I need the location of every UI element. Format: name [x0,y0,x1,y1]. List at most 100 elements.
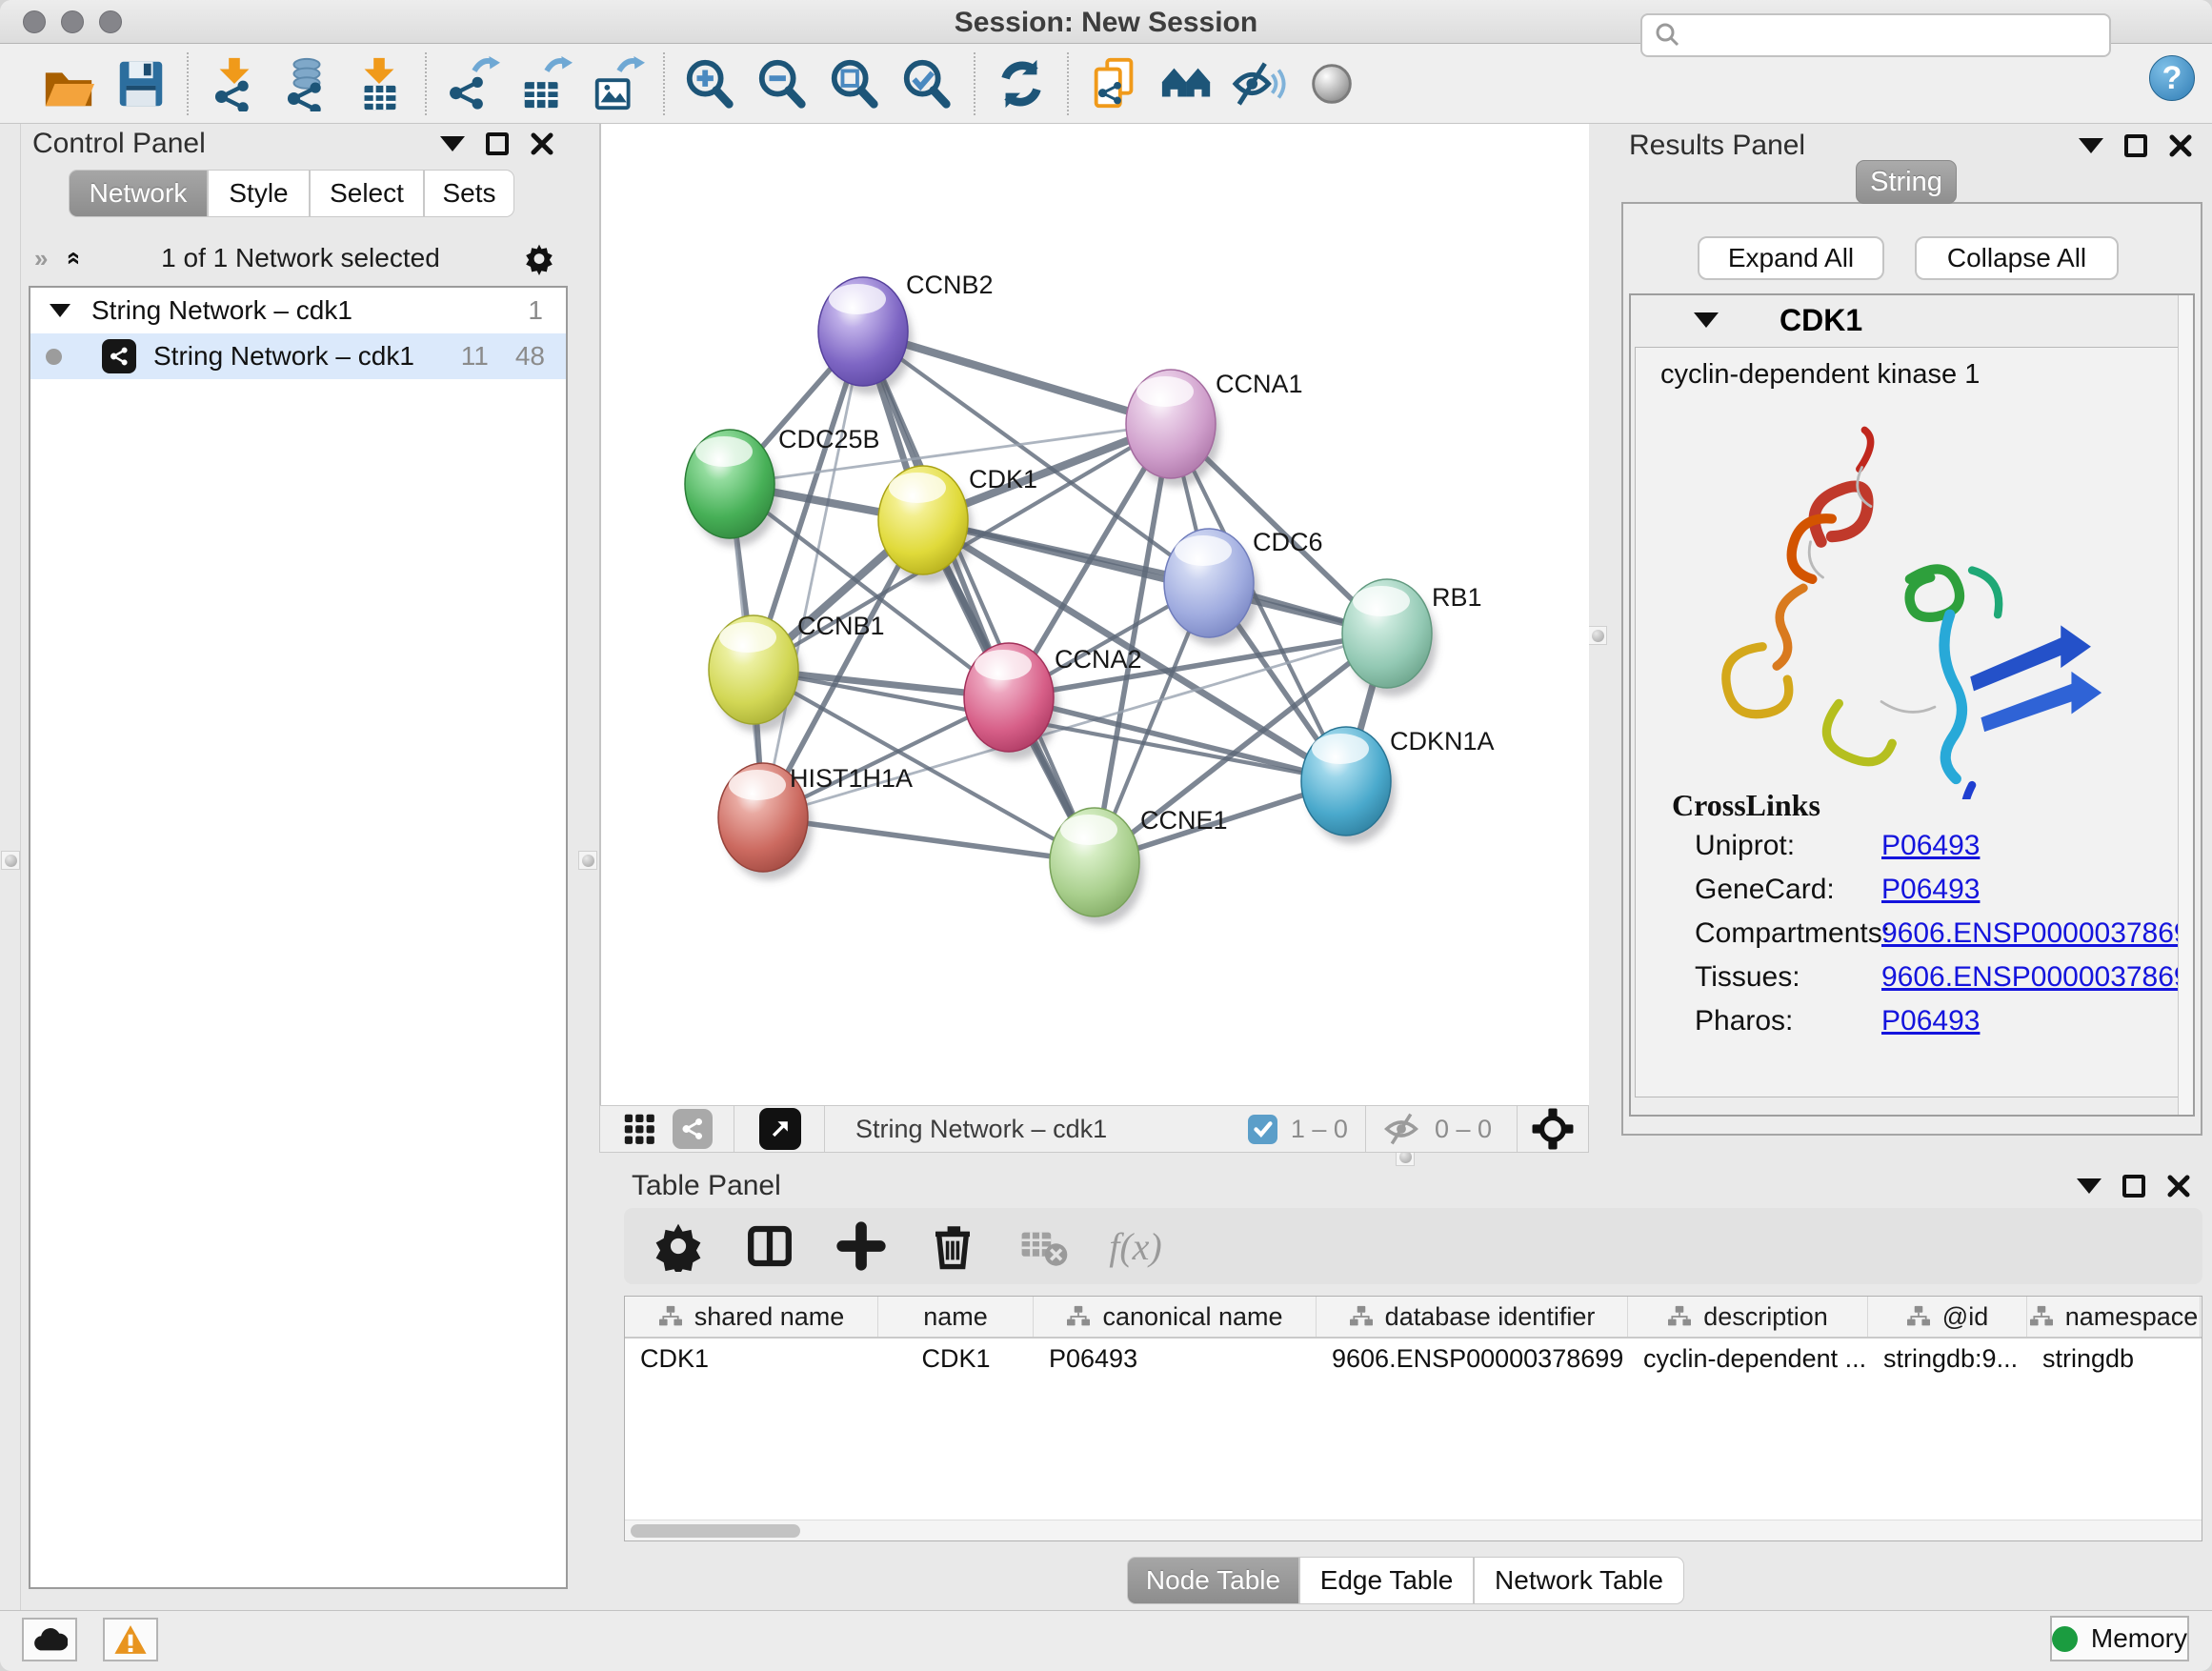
search-input[interactable] [1682,20,2109,51]
save-session-icon[interactable] [105,50,177,117]
close-panel-icon[interactable] [2166,1174,2191,1198]
gene-section-header[interactable]: CDK1 [1631,295,2193,345]
panel-menu-icon[interactable] [440,136,465,151]
protein-structure-image [1670,409,2146,799]
export-network-icon[interactable] [436,50,509,117]
export-image-icon[interactable] [581,50,654,117]
float-panel-icon[interactable] [2122,1175,2145,1198]
table-cell: 9606.ENSP00000378699 [1317,1339,1628,1379]
network-node[interactable]: CCNB1 [709,612,885,733]
help-button[interactable]: ? [2149,55,2195,101]
float-panel-icon[interactable] [486,132,509,155]
memory-status-dot-icon [2052,1626,2078,1652]
add-column-icon[interactable] [830,1215,893,1278]
collapse-all-button[interactable]: Collapse All [1915,236,2119,280]
tab-select[interactable]: Select [310,170,424,217]
clone-network-icon[interactable] [1078,50,1151,117]
fit-selected-crosshair-icon[interactable] [1531,1107,1575,1151]
import-network-icon[interactable] [198,50,271,117]
zoom-fit-icon[interactable] [819,50,892,117]
search-box[interactable] [1640,13,2111,57]
delete-column-icon[interactable] [921,1215,984,1278]
control-splitter-handle[interactable] [578,851,597,870]
network-node[interactable]: CDC6 [1164,528,1323,646]
open-session-icon[interactable] [32,50,105,117]
import-network-database-icon[interactable] [271,50,343,117]
crosslink-link[interactable]: P06493 [1881,830,1980,862]
left-splitter-handle[interactable] [1,851,20,870]
network-options-gear-icon[interactable] [522,241,556,275]
network-node[interactable]: CDKN1A [1301,727,1495,844]
network-view-canvas[interactable]: CCNB2CCNA1CDC25BCDK1CDC6RB1CCNB1CCNA2CDK… [599,124,1589,1105]
network-node[interactable]: CDK1 [878,465,1037,583]
column-header-description[interactable]: description [1628,1297,1868,1337]
refresh-layout-icon[interactable] [985,50,1057,117]
network-node[interactable]: HIST1H1A [718,763,913,880]
table-hscrollbar[interactable] [625,1520,2202,1540]
table-row[interactable]: CDK1CDK1P064939606.ENSP00000378699cyclin… [625,1339,2202,1379]
results-scrollbar[interactable] [2178,295,2193,1115]
network-node[interactable]: CCNB2 [818,271,994,394]
network-edge[interactable] [763,817,1095,862]
network-node[interactable]: CDC25B [685,425,880,547]
zoom-selected-icon[interactable] [892,50,964,117]
crosslink-link[interactable]: 9606.ENSP00000378699 [1881,917,2189,950]
warnings-button[interactable] [103,1618,158,1661]
crosslink-link[interactable]: 9606.ENSP00000378699 [1881,961,2189,994]
crosslink-link[interactable]: P06493 [1881,1005,1980,1037]
column-header-database-identifier[interactable]: database identifier [1317,1297,1628,1337]
first-neighbors-icon[interactable] [1151,50,1223,117]
column-header-namespace[interactable]: namespace [2027,1297,2201,1337]
function-builder-icon[interactable]: f(x) [1104,1215,1167,1278]
results-splitter-handle[interactable] [1588,626,1607,645]
selected-nodes-checkbox-icon[interactable] [1248,1115,1277,1144]
show-columns-icon[interactable] [738,1215,801,1278]
zoom-in-icon[interactable] [674,50,747,117]
memory-button[interactable]: Memory [2050,1616,2189,1661]
network-graph[interactable]: CCNB2CCNA1CDC25BCDK1CDC6RB1CCNB1CCNA2CDK… [601,124,1589,1105]
crosslink-row: Compartments:9606.ENSP00000378699 [1695,917,1890,950]
column-header--id[interactable]: @id [1868,1297,2027,1337]
network-node[interactable]: CCNE1 [1050,806,1228,925]
collection-caret-icon[interactable] [50,304,70,317]
export-table-icon[interactable] [509,50,581,117]
tab-network[interactable]: Network [69,170,208,217]
zoom-out-icon[interactable] [747,50,819,117]
collapse-all-networks-icon[interactable]: » [34,249,48,268]
hide-selected-icon[interactable] [1223,50,1296,117]
show-all-icon[interactable] [1296,50,1368,117]
column-header-canonical-name[interactable]: canonical name [1034,1297,1317,1337]
tab-edge-table[interactable]: Edge Table [1299,1557,1474,1604]
tab-string[interactable]: String [1856,160,1957,204]
network-view-icon[interactable] [673,1109,713,1149]
delete-table-icon[interactable] [1013,1215,1076,1278]
expand-all-networks-icon[interactable]: » [63,252,82,265]
open-in-new-window-icon[interactable] [759,1108,801,1150]
network-row-selected[interactable]: String Network – cdk1 11 48 [30,333,566,379]
hscroll-thumb[interactable] [631,1524,800,1538]
network-node[interactable]: RB1 [1342,579,1482,696]
panel-menu-icon[interactable] [2077,1178,2101,1194]
tab-node-table[interactable]: Node Table [1127,1557,1299,1604]
control-panel-title: Control Panel [32,128,440,160]
section-caret-icon[interactable] [1694,312,1719,328]
birds-eye-grid-icon[interactable] [621,1111,657,1147]
toolbar-separator [1067,52,1069,115]
toolbar-separator [974,52,975,115]
float-panel-icon[interactable] [2124,134,2147,157]
table-tabs: Node TableEdge TableNetwork Table [1127,1557,1684,1597]
tab-sets[interactable]: Sets [424,170,514,217]
import-table-icon[interactable] [343,50,415,117]
column-header-name[interactable]: name [878,1297,1034,1337]
tab-network-table[interactable]: Network Table [1474,1557,1684,1604]
column-header-shared-name[interactable]: shared name [625,1297,878,1337]
cloud-status-button[interactable] [22,1618,77,1661]
crosslink-link[interactable]: P06493 [1881,874,1980,906]
close-panel-icon[interactable] [530,131,554,156]
close-panel-icon[interactable] [2168,133,2193,158]
expand-all-button[interactable]: Expand All [1698,236,1884,280]
panel-menu-icon[interactable] [2079,138,2103,153]
tab-style[interactable]: Style [208,170,310,217]
network-collection-row[interactable]: String Network – cdk1 1 [30,288,566,333]
table-options-gear-icon[interactable] [647,1215,710,1278]
